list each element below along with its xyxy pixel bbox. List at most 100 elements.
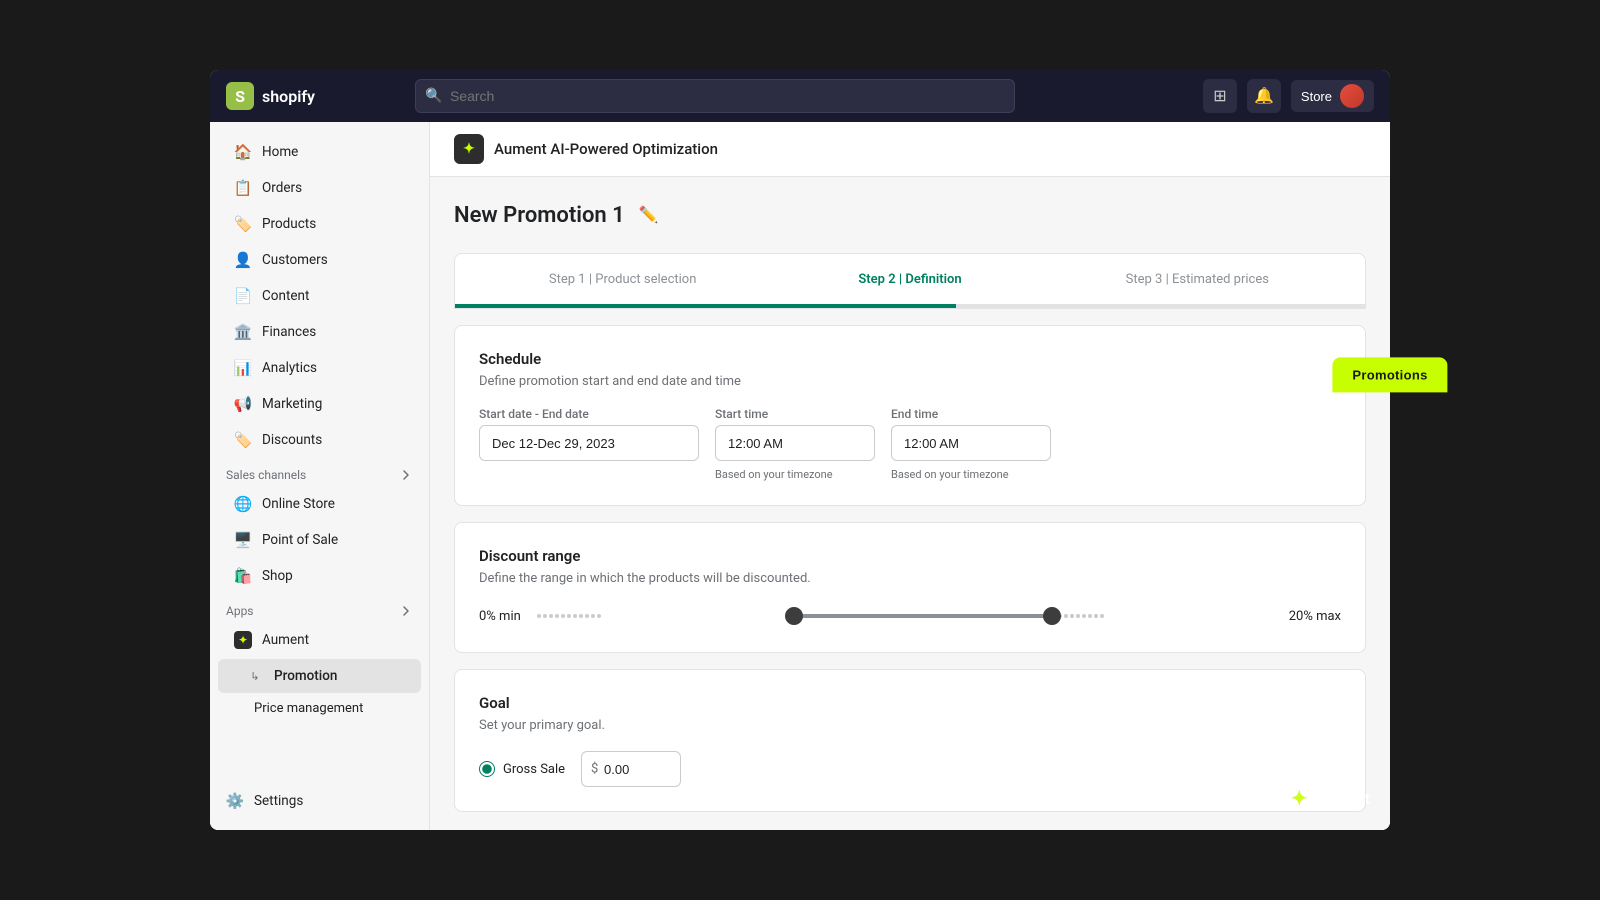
step-definition[interactable]: Step 2 | Definition — [766, 258, 1053, 301]
sidebar-item-marketing[interactable]: 📢 Marketing — [218, 387, 421, 421]
sidebar-item-finances[interactable]: 🏛️ Finances — [218, 315, 421, 349]
steps-progress-fill — [455, 304, 956, 308]
steps-header: Step 1 | Product selection Step 2 | Defi… — [455, 254, 1365, 304]
sidebar-item-online-store[interactable]: 🌐 Online Store — [218, 487, 421, 521]
steps-progress-track — [455, 304, 1365, 308]
search-icon: 🔍 — [425, 88, 442, 104]
topbar: S shopify 🔍 ⊞ 🔔 Store — [210, 70, 1390, 122]
step-2-label: Step 2 | Definition — [858, 272, 961, 287]
end-time-field-group: End time Based on your timezone — [891, 407, 1051, 481]
start-time-field-group: Start time Based on your timezone — [715, 407, 875, 481]
aument-watermark: ✦ aument — [1291, 786, 1370, 810]
aument-header: ✦ Aument AI-Powered Optimization — [430, 122, 1390, 177]
apps-section: Apps — [210, 594, 429, 622]
schedule-title: Schedule — [479, 350, 1341, 368]
promotions-side-tab-wrapper: Promotions — [1332, 357, 1390, 392]
range-slider-container[interactable] — [537, 604, 1273, 628]
page-content: New Promotion 1 ✏️ Step 1 | Product sele… — [430, 177, 1390, 830]
sidebar-item-pos-label: Point of Sale — [262, 532, 338, 548]
sidebar-item-content[interactable]: 📄 Content — [218, 279, 421, 313]
date-field-label: Start date - End date — [479, 407, 699, 421]
start-time-hint: Based on your timezone — [715, 468, 875, 481]
main-layout: 🏠 Home 📋 Orders 🏷️ Products 👤 Customers … — [210, 122, 1390, 830]
search-input[interactable] — [415, 79, 1015, 113]
content-area: ✦ Aument AI-Powered Optimization New Pro… — [430, 122, 1390, 830]
store-avatar — [1340, 84, 1364, 108]
discount-range-card: Discount range Define the range in which… — [454, 522, 1366, 653]
goal-subtitle: Set your primary goal. — [479, 718, 1341, 733]
range-thumb-right[interactable] — [1043, 607, 1061, 625]
range-row: 0% min — [479, 604, 1341, 628]
step-3-label: Step 3 | Estimated prices — [1126, 272, 1269, 287]
sidebar-item-price-management[interactable]: Price management — [218, 695, 421, 722]
shopify-logo: S shopify — [226, 82, 315, 110]
step-product-selection[interactable]: Step 1 | Product selection — [479, 258, 766, 301]
sidebar-item-discounts[interactable]: 🏷️ Discounts — [218, 423, 421, 457]
marketing-icon: 📢 — [234, 395, 252, 413]
start-time-input[interactable] — [715, 425, 875, 461]
shopify-logo-text: shopify — [262, 87, 315, 106]
schedule-fields: Start date - End date Start time Based o… — [479, 407, 1341, 481]
sidebar-item-home[interactable]: 🏠 Home — [218, 135, 421, 169]
products-icon: 🏷️ — [234, 215, 252, 233]
promotion-nav-icon: ↳ — [246, 667, 264, 685]
sidebar-item-aument[interactable]: ✦ Aument — [218, 623, 421, 657]
orders-icon: 📋 — [234, 179, 252, 197]
discount-range-subtitle: Define the range in which the products w… — [479, 571, 1341, 586]
end-time-input[interactable] — [891, 425, 1051, 461]
amount-input-wrap: $ — [581, 751, 681, 787]
topbar-right: ⊞ 🔔 Store — [1203, 79, 1374, 113]
chevron-right-icon — [399, 468, 413, 482]
date-range-input[interactable] — [479, 425, 699, 461]
gross-sale-option[interactable]: Gross Sale — [479, 761, 565, 777]
analytics-icon: 📊 — [234, 359, 252, 377]
sidebar-item-customers[interactable]: 👤 Customers — [218, 243, 421, 277]
goal-title: Goal — [479, 694, 1341, 712]
step-estimated-prices[interactable]: Step 3 | Estimated prices — [1054, 258, 1341, 301]
page-title: New Promotion 1 — [454, 203, 625, 228]
apps-label: Apps — [226, 604, 254, 618]
aument-header-icon: ✦ — [454, 134, 484, 164]
aument-wm-icon: ✦ — [1291, 786, 1308, 810]
gross-sale-radio[interactable] — [479, 761, 495, 777]
range-thumb-left[interactable] — [785, 607, 803, 625]
sidebar-item-shop[interactable]: 🛍️ Shop — [218, 559, 421, 593]
sidebar-item-content-label: Content — [262, 288, 309, 304]
apps-icon-button[interactable]: ⊞ — [1203, 79, 1237, 113]
sidebar-item-customers-label: Customers — [262, 252, 328, 268]
sidebar-item-analytics[interactable]: 📊 Analytics — [218, 351, 421, 385]
sidebar-item-promotion[interactable]: ↳ Promotion — [218, 659, 421, 693]
discounts-icon: 🏷️ — [234, 431, 252, 449]
notifications-button[interactable]: 🔔 — [1247, 79, 1281, 113]
aument-wm-text: aument — [1316, 789, 1370, 808]
customers-icon: 👤 — [234, 251, 252, 269]
settings-icon: ⚙️ — [226, 792, 244, 810]
sidebar-item-point-of-sale[interactable]: 🖥️ Point of Sale — [218, 523, 421, 557]
sidebar-item-products[interactable]: 🏷️ Products — [218, 207, 421, 241]
sidebar-settings[interactable]: ⚙️ Settings — [210, 784, 429, 818]
sidebar-item-orders[interactable]: 📋 Orders — [218, 171, 421, 205]
end-time-hint: Based on your timezone — [891, 468, 1051, 481]
promotions-side-tab-container: Promotions — [1355, 392, 1390, 507]
promotions-side-tab[interactable]: Promotions — [1332, 357, 1390, 392]
sidebar-item-price-management-label: Price management — [254, 701, 363, 716]
edit-title-button[interactable]: ✏️ — [635, 201, 663, 229]
apps-chevron-icon — [399, 604, 413, 618]
content-icon: 📄 — [234, 287, 252, 305]
aument-header-title: Aument AI-Powered Optimization — [494, 140, 718, 158]
sidebar: 🏠 Home 📋 Orders 🏷️ Products 👤 Customers … — [210, 122, 430, 830]
home-icon: 🏠 — [234, 143, 252, 161]
store-button[interactable]: Store — [1291, 80, 1374, 112]
schedule-subtitle: Define promotion start and end date and … — [479, 374, 1341, 389]
range-fill — [794, 614, 1052, 618]
start-time-label: Start time — [715, 407, 875, 421]
settings-label: Settings — [254, 793, 303, 809]
shopify-icon: S — [226, 82, 254, 110]
goal-card: Goal Set your primary goal. Gross Sale $ — [454, 669, 1366, 812]
page-title-row: New Promotion 1 ✏️ — [454, 201, 1366, 229]
discount-range-title: Discount range — [479, 547, 1341, 565]
store-label: Store — [1301, 89, 1332, 104]
range-dots-right — [1052, 614, 1273, 618]
search-bar: 🔍 — [415, 79, 1015, 113]
sidebar-item-marketing-label: Marketing — [262, 396, 322, 412]
